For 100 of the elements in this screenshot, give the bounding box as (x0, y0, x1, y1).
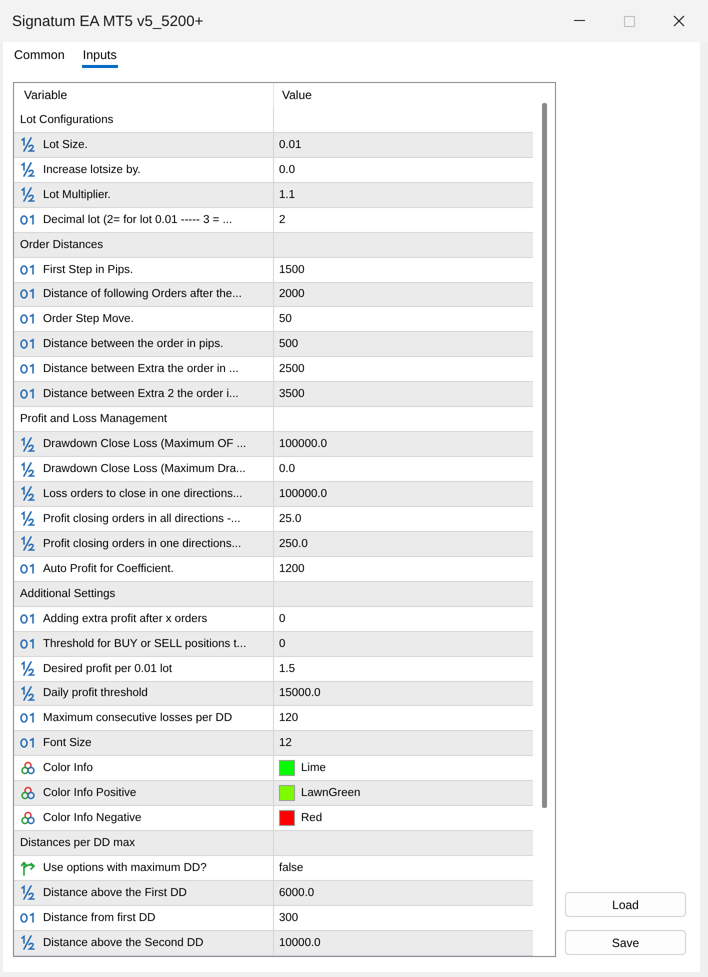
integer-icon (20, 288, 36, 300)
value-cell[interactable]: Lime (301, 762, 326, 774)
column-header: Value (282, 88, 312, 102)
fraction-icon (20, 511, 36, 526)
integer-icon (20, 388, 36, 400)
variable-name: Color Info Negative (43, 812, 142, 824)
variable-name: Distance above the Second DD (43, 936, 204, 949)
integer-icon (20, 363, 36, 376)
value-cell[interactable]: 2500 (279, 363, 305, 376)
variable-name: Font Size (43, 737, 92, 750)
value-cell[interactable]: 15000.0 (279, 687, 321, 700)
value-cell[interactable]: 1200 (279, 562, 305, 575)
variable-name: Decimal lot (2= for lot 0.01 ----- 3 = ... (43, 214, 232, 226)
integer-icon (20, 712, 36, 724)
variable-name: Distance between Extra 2 the order i... (43, 388, 239, 400)
fraction-icon (20, 935, 36, 950)
branch-arrow-icon (20, 860, 36, 876)
window-title: Signatum EA MT5 v5_5200+ (12, 12, 204, 30)
fraction-icon (20, 462, 36, 477)
variable-name: Increase lotsize by. (43, 164, 141, 176)
variable-name: Maximum consecutive losses per DD (43, 712, 232, 724)
value-cell[interactable]: 1.1 (279, 188, 295, 201)
integer-icon (20, 912, 36, 924)
variable-name: Distance from first DD (43, 912, 156, 924)
variable-name: Profit closing orders in one directions... (43, 538, 242, 550)
value-cell[interactable]: LawnGreen (301, 787, 360, 800)
group-heading: Additional Settings (20, 588, 116, 600)
variable-name: Distance between Extra the order in ... (43, 363, 239, 376)
variable-name: Lot Multiplier. (43, 188, 111, 201)
fraction-icon (20, 536, 36, 552)
color-circles-icon (20, 786, 36, 800)
variable-name: Color Info Positive (43, 787, 136, 800)
group-heading: Order Distances (20, 238, 104, 251)
integer-icon (20, 562, 36, 575)
value-cell[interactable]: 0.0 (279, 164, 295, 176)
value-cell[interactable]: 12 (279, 737, 292, 750)
fraction-icon (20, 187, 36, 202)
integer-icon (20, 638, 36, 650)
value-cell[interactable]: 0 (279, 638, 286, 650)
value-cell[interactable]: 6000.0 (279, 886, 314, 899)
group-heading: Distances per DD max (20, 837, 136, 850)
value-cell[interactable]: 1.5 (279, 662, 295, 675)
action-button[interactable]: Save (565, 930, 686, 955)
color-circles-icon (20, 811, 36, 826)
close-icon (673, 15, 685, 27)
value-cell[interactable]: false (279, 862, 304, 874)
minimize-icon (574, 20, 584, 22)
integer-icon (20, 264, 36, 276)
variable-name: Threshold for BUY or SELL positions t... (43, 638, 246, 650)
value-cell[interactable]: 3500 (279, 388, 305, 400)
variable-name: Distance of following Orders after the... (43, 288, 242, 300)
variable-name: First Step in Pips. (43, 264, 134, 276)
action-button[interactable]: Load (565, 892, 686, 917)
fraction-icon (20, 436, 36, 452)
variable-name: Desired profit per 0.01 lot (43, 662, 172, 675)
value-cell[interactable]: 50 (279, 313, 292, 326)
variable-name: Loss orders to close in one directions... (43, 488, 242, 500)
fraction-icon (20, 885, 36, 900)
value-cell[interactable]: 10000.0 (279, 936, 321, 949)
variable-name: Distance above the First DD (43, 886, 187, 899)
group-heading: Lot Configurations (20, 114, 114, 126)
variable-name: Order Step Move. (43, 313, 134, 326)
value-cell[interactable]: 0.01 (279, 138, 302, 151)
integer-icon (20, 313, 36, 326)
value-cell[interactable]: 2 (279, 214, 286, 226)
variable-name: Drawdown Close Loss (Maximum OF ... (43, 438, 246, 450)
value-cell[interactable]: 300 (279, 912, 298, 924)
column-header: Variable (24, 88, 68, 102)
maximize-icon (624, 16, 634, 26)
value-cell[interactable]: 100000.0 (279, 488, 327, 500)
value-cell[interactable]: 0 (279, 612, 286, 625)
variable-name: Color Info (43, 762, 93, 774)
fraction-icon (20, 686, 36, 701)
variable-name: Daily profit threshold (43, 687, 148, 700)
fraction-icon (20, 162, 36, 178)
value-cell[interactable]: 2000 (279, 288, 305, 300)
value-cell[interactable]: 500 (279, 338, 298, 350)
value-cell[interactable]: 0.0 (279, 463, 295, 476)
variable-name: Profit closing orders in all directions -... (43, 512, 240, 525)
integer-icon (20, 338, 36, 350)
variable-name: Auto Profit for Coefficient. (43, 562, 174, 575)
fraction-icon (20, 137, 36, 152)
variable-name: Distance between the order in pips. (43, 338, 224, 350)
value-cell[interactable]: 120 (279, 712, 298, 724)
scrollbar-thumb[interactable] (542, 103, 547, 808)
value-cell[interactable]: Red (301, 812, 322, 824)
group-heading: Profit and Loss Management (20, 413, 168, 426)
tab[interactable]: Inputs (82, 44, 118, 68)
value-cell[interactable]: 250.0 (279, 538, 308, 550)
variable-name: Drawdown Close Loss (Maximum Dra... (43, 463, 246, 476)
value-cell[interactable]: 100000.0 (279, 438, 327, 450)
value-cell[interactable]: 25.0 (279, 512, 302, 525)
value-cell[interactable]: 1500 (279, 264, 305, 276)
variable-name: Use options with maximum DD? (43, 862, 207, 874)
tab[interactable]: Common (13, 44, 66, 68)
fraction-icon (20, 661, 36, 676)
fraction-icon (20, 486, 36, 502)
color-circles-icon (20, 761, 36, 776)
variable-name: Lot Size. (43, 138, 88, 151)
variable-name: Adding extra profit after x orders (43, 612, 208, 625)
